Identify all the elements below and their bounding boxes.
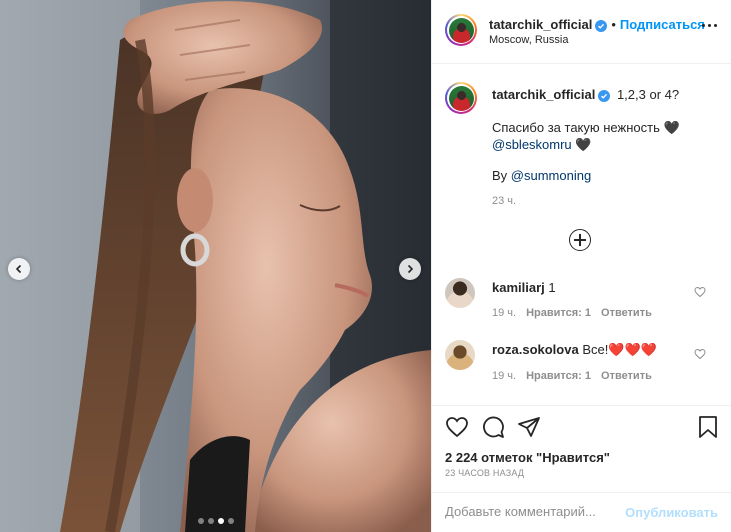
paper-plane-icon[interactable] [517, 415, 541, 439]
post-actions: 2 224 отметок "Нравится" 23 ЧАСОВ НАЗАД … [432, 405, 731, 532]
comment-text: Все! [578, 342, 609, 357]
comment-input[interactable] [445, 504, 625, 519]
comment-likes[interactable]: Нравится: 1 [526, 370, 591, 382]
chevron-right-icon [407, 264, 414, 274]
portrait-image [0, 0, 431, 532]
verified-badge-icon [598, 90, 611, 102]
comment-time[interactable]: 19 ч. [492, 307, 516, 319]
comment-time[interactable]: 19 ч. [492, 370, 516, 382]
carousel-dot [227, 518, 234, 524]
caption-time[interactable]: 23 ч. [492, 195, 516, 207]
carousel-dot-active [217, 518, 224, 524]
caption-mention-link[interactable]: @sbleskomru [492, 137, 572, 152]
follow-button[interactable]: Подписаться [620, 17, 705, 32]
caption-credit-link[interactable]: @summoning [511, 168, 591, 183]
separator-dot: • [611, 17, 616, 32]
chevron-left-icon [15, 264, 22, 274]
reply-button[interactable]: Ответить [601, 370, 652, 382]
carousel-indicator [0, 518, 431, 524]
comment-username[interactable]: roza.sokolova [492, 342, 579, 357]
carousel-dot [207, 518, 214, 524]
post-photo[interactable] [0, 0, 431, 532]
heart-icon[interactable] [445, 415, 469, 439]
comment-meta: 19 ч. Нравится: 1 Ответить [492, 370, 652, 382]
post-side-panel: tatarchik_official • Подписаться Moscow, R… [431, 0, 731, 532]
add-comment-bar: Опубликовать [432, 492, 731, 532]
author-username[interactable]: tatarchik_official [489, 17, 592, 32]
post-comment-button[interactable]: Опубликовать [625, 505, 718, 520]
caption-line-2: Спасибо за такую нежность 🖤 [492, 120, 680, 135]
carousel-dot [197, 518, 204, 524]
heart-icon[interactable] [694, 286, 706, 298]
previous-photo-button[interactable] [8, 258, 30, 280]
comment-avatar[interactable] [445, 278, 475, 308]
caption-credit: By @summoning [492, 168, 592, 183]
plus-circle-icon[interactable] [569, 229, 591, 251]
post-timestamp[interactable]: 23 ЧАСОВ НАЗАД [445, 468, 524, 478]
author-avatar[interactable] [445, 14, 477, 46]
comment-icon[interactable] [481, 415, 505, 439]
next-photo-button[interactable] [399, 258, 421, 280]
comment-text: 1 [544, 280, 556, 295]
reply-button[interactable]: Ответить [601, 307, 652, 319]
comment-emoji: ❤️❤️❤️ [608, 342, 657, 357]
caption-line-3: @sbleskomru 🖤 [492, 137, 592, 152]
verified-badge-icon [595, 20, 608, 32]
caption-username[interactable]: tatarchik_official [492, 87, 595, 102]
caption-avatar[interactable] [445, 82, 477, 114]
post-location[interactable]: Moscow, Russia [489, 34, 568, 46]
comment-meta: 19 ч. Нравится: 1 Ответить [492, 307, 652, 319]
caption-text: 1,2,3 or 4? [616, 87, 680, 102]
comment-likes[interactable]: Нравится: 1 [526, 307, 591, 319]
comments-section: tatarchik_official 1,2,3 or 4? Спасибо з… [432, 65, 731, 405]
post-header: tatarchik_official • Подписаться Moscow, R… [432, 0, 731, 64]
more-options-icon[interactable] [702, 24, 717, 27]
heart-icon[interactable] [694, 348, 706, 360]
comment-username[interactable]: kamiliarj [492, 280, 545, 295]
bookmark-icon[interactable] [697, 415, 719, 439]
comment-avatar[interactable] [445, 340, 475, 370]
like-count[interactable]: 2 224 отметок "Нравится" [445, 450, 610, 465]
